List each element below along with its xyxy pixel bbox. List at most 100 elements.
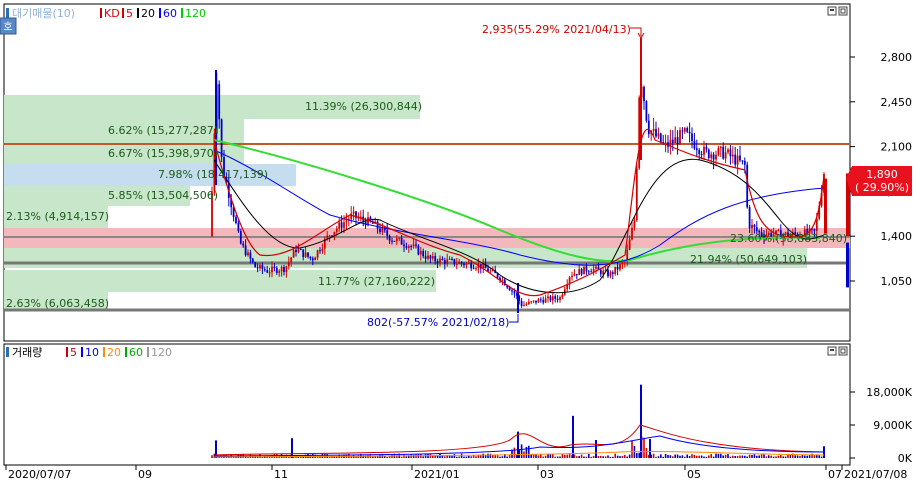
candle-body bbox=[676, 137, 679, 145]
candle-body bbox=[345, 220, 348, 223]
candle-body bbox=[311, 258, 314, 261]
volume-bar bbox=[804, 455, 806, 458]
volume-bar bbox=[211, 455, 213, 458]
volume-bar bbox=[434, 455, 436, 458]
volume-window-controls[interactable] bbox=[827, 346, 848, 356]
volume-bar bbox=[777, 455, 780, 458]
candle-body bbox=[590, 271, 593, 273]
price-window-controls[interactable] bbox=[827, 6, 848, 16]
volume-bar bbox=[813, 455, 816, 458]
candle-body bbox=[235, 217, 237, 224]
candle-body bbox=[292, 249, 295, 258]
candle-body bbox=[463, 263, 465, 266]
volume-bar bbox=[638, 452, 640, 458]
legend-item[interactable]: 20 bbox=[141, 7, 155, 20]
candle-body bbox=[511, 290, 513, 292]
volume-bar bbox=[763, 454, 765, 458]
volume-bar bbox=[585, 456, 588, 458]
volume-bar bbox=[679, 455, 681, 458]
volume-bar bbox=[770, 455, 772, 458]
candle-body bbox=[753, 224, 756, 228]
candle-body bbox=[554, 296, 557, 299]
candle-body bbox=[595, 266, 597, 269]
candle-body bbox=[405, 246, 408, 248]
volume-bar bbox=[540, 454, 542, 458]
candle-body bbox=[340, 222, 343, 228]
volume-bar bbox=[772, 456, 775, 458]
candle-body bbox=[578, 269, 581, 276]
volume-bar bbox=[376, 456, 379, 458]
candle-body bbox=[302, 249, 305, 257]
legend-swatch-icon bbox=[125, 347, 127, 357]
price-legend[interactable]: 대기매물(10) KD 5 20 60 120 bbox=[6, 7, 206, 20]
legend-item[interactable]: 10 bbox=[85, 346, 99, 359]
candle-body bbox=[436, 261, 439, 264]
candle-body bbox=[739, 155, 741, 161]
legend-marker-icon bbox=[6, 8, 9, 18]
volume-legend[interactable]: 거래량 5 10 20 60 120 bbox=[6, 346, 172, 359]
legend-item[interactable]: 60 bbox=[129, 346, 143, 359]
volume-bar bbox=[355, 456, 357, 458]
candle-body bbox=[609, 272, 612, 277]
volume-bar bbox=[554, 456, 556, 458]
candle-body bbox=[671, 139, 674, 144]
legend-item[interactable]: 5 bbox=[70, 346, 77, 359]
volume-bar bbox=[465, 456, 468, 458]
volume-bar bbox=[684, 456, 686, 458]
legend-title: 거래량 bbox=[12, 346, 42, 359]
profile-label: 11.39% (26,300,844) bbox=[305, 100, 422, 113]
candle-body bbox=[422, 250, 425, 257]
volume-bar bbox=[686, 454, 688, 458]
volume-bar bbox=[751, 454, 753, 458]
volume-bar bbox=[662, 456, 664, 458]
volume-bar bbox=[520, 444, 523, 458]
legend-item[interactable]: 120 bbox=[185, 7, 206, 20]
candle-body bbox=[688, 131, 691, 134]
volume-tick-label: 9,000K bbox=[873, 419, 912, 432]
candle-body bbox=[724, 152, 727, 159]
volume-bar bbox=[386, 456, 388, 458]
volume-bars bbox=[211, 384, 825, 458]
volume-bar bbox=[444, 456, 446, 458]
volume-bar bbox=[715, 453, 717, 458]
maximize-icon[interactable] bbox=[838, 346, 848, 356]
volume-bar bbox=[564, 454, 566, 458]
legend-swatch-icon bbox=[81, 347, 83, 357]
legend-item[interactable]: 60 bbox=[163, 7, 177, 20]
candle-body bbox=[712, 154, 715, 160]
candle-body bbox=[443, 259, 446, 264]
candle-body bbox=[525, 304, 528, 306]
legend-item[interactable]: KD bbox=[104, 7, 120, 20]
date-label: 07 bbox=[828, 468, 842, 481]
volume-bar bbox=[451, 456, 453, 458]
candle-body bbox=[475, 268, 477, 270]
date-label: 11 bbox=[274, 468, 288, 481]
volume-bar bbox=[321, 453, 324, 458]
volume-bar bbox=[640, 384, 642, 458]
volume-bar bbox=[631, 440, 633, 458]
legend-item[interactable]: 20 bbox=[107, 346, 121, 359]
volume-bar bbox=[820, 456, 823, 458]
candle-body bbox=[417, 245, 420, 255]
candle-body bbox=[295, 249, 297, 252]
candle-body bbox=[715, 154, 717, 160]
candle-body bbox=[410, 246, 413, 248]
side-button[interactable]: 호 bbox=[0, 17, 17, 35]
candle-body bbox=[559, 297, 561, 300]
candle-body bbox=[561, 294, 564, 298]
volume-bar bbox=[328, 456, 331, 458]
candle-body bbox=[309, 256, 312, 259]
volume-bar bbox=[746, 456, 748, 458]
volume-bar bbox=[753, 454, 756, 458]
candle-body bbox=[460, 262, 463, 264]
volume-tick-label: 0K bbox=[898, 452, 913, 465]
candle-body bbox=[352, 211, 355, 214]
candle-body bbox=[824, 178, 827, 234]
low-arrow-icon bbox=[509, 314, 519, 323]
legend-item[interactable]: 5 bbox=[126, 7, 133, 20]
date-label: 05 bbox=[687, 468, 701, 481]
price-tick-label: 1,050 bbox=[881, 275, 913, 288]
legend-item[interactable]: 120 bbox=[151, 346, 172, 359]
maximize-icon[interactable] bbox=[838, 6, 848, 16]
candle-body bbox=[472, 268, 475, 270]
